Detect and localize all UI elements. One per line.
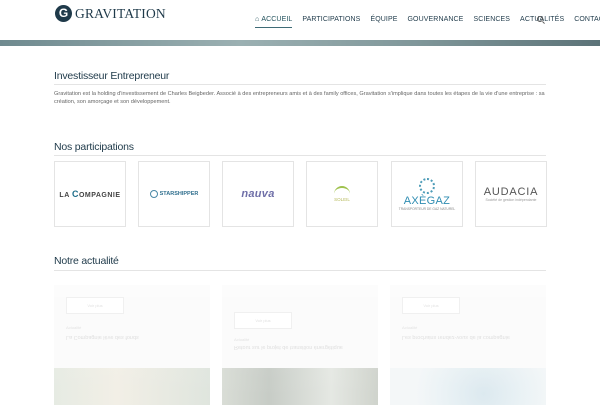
divider bbox=[54, 84, 546, 85]
home-icon: ⌂ bbox=[255, 16, 260, 23]
audacia-logo: AUDACIA Société de gestion indépendante bbox=[483, 186, 539, 202]
news-meta: Actualité bbox=[402, 325, 418, 330]
read-more-button[interactable]: Voir plus bbox=[234, 312, 292, 329]
partner-card-la-compagnie[interactable]: LA COMPAGNIE bbox=[54, 161, 126, 227]
nav-item-participations[interactable]: PARTICIPATIONS bbox=[302, 16, 360, 26]
sun-icon bbox=[334, 186, 350, 196]
news-grid: Voir plus Actualité La Compagnie lève de… bbox=[54, 285, 546, 405]
nav-item-gouvernance[interactable]: GOUVERNANCE bbox=[408, 16, 464, 26]
news-card[interactable]: Voir plus Actualité La Compagnie lève de… bbox=[54, 285, 210, 405]
news-title: Les prochains rendez-vous de la compagni… bbox=[402, 334, 510, 340]
partner-card-nauva[interactable]: nauva bbox=[222, 161, 294, 227]
globe-icon bbox=[418, 177, 435, 194]
axegaz-logo: AXÈGAZ TRANSPORTEUR DE GAZ NATUREL bbox=[399, 177, 455, 211]
main-nav: ⌂ ACCUEIL PARTICIPATIONS ÉQUIPE GOUVERNAN… bbox=[255, 16, 600, 28]
intro-title: Investisseur Entrepreneur bbox=[54, 70, 170, 82]
partner-card-soleil[interactable]: SOLEIL bbox=[306, 161, 378, 227]
divider bbox=[54, 270, 546, 271]
news-card[interactable]: Voir plus Actualité Les prochains rendez… bbox=[390, 285, 546, 405]
news-title: La Compagnie lève des fonds bbox=[66, 334, 139, 340]
news-image[interactable] bbox=[222, 368, 378, 405]
news-title: Retour sur le projet de transition énerg… bbox=[234, 344, 343, 350]
starshipper-icon bbox=[149, 190, 158, 198]
la-compagnie-logo: LA COMPAGNIE bbox=[59, 189, 121, 199]
news-image[interactable] bbox=[54, 368, 210, 405]
site-logo[interactable]: G GRAVITATION bbox=[55, 5, 166, 22]
news-title: Notre actualité bbox=[54, 255, 119, 267]
logo-text: GRAVITATION bbox=[75, 5, 166, 21]
partners-grid: LA COMPAGNIE STARSHIPPER nauva SOLEIL AX… bbox=[54, 161, 547, 227]
search-button[interactable] bbox=[537, 16, 543, 22]
news-meta: Actualité bbox=[66, 325, 82, 330]
news-card[interactable]: Voir plus Actualité Retour sur le projet… bbox=[222, 285, 378, 405]
divider bbox=[54, 155, 546, 156]
read-more-button[interactable]: Voir plus bbox=[66, 297, 124, 314]
nauva-logo: nauva bbox=[241, 188, 275, 200]
intro-text: Gravitation est la holding d'investissem… bbox=[54, 91, 545, 105]
search-icon bbox=[537, 16, 543, 22]
starshipper-logo: STARSHIPPER bbox=[149, 190, 198, 198]
news-image[interactable] bbox=[390, 368, 546, 405]
partner-card-starshipper[interactable]: STARSHIPPER bbox=[138, 161, 210, 227]
nav-item-sciences[interactable]: SCIENCES bbox=[473, 16, 510, 26]
nav-item-equipe[interactable]: ÉQUIPE bbox=[370, 16, 397, 26]
hero-banner bbox=[0, 40, 600, 46]
partner-card-axegaz[interactable]: AXÈGAZ TRANSPORTEUR DE GAZ NATUREL bbox=[391, 161, 463, 227]
logo-mark: G bbox=[55, 5, 72, 22]
soleil-logo: SOLEIL bbox=[334, 186, 350, 202]
partner-card-audacia[interactable]: AUDACIA Société de gestion indépendante bbox=[475, 161, 547, 227]
nav-item-contact[interactable]: CONTACT bbox=[574, 16, 600, 26]
nav-item-accueil[interactable]: ⌂ ACCUEIL bbox=[255, 16, 293, 28]
read-more-button[interactable]: Voir plus bbox=[402, 297, 460, 314]
site-header: G GRAVITATION ⌂ ACCUEIL PARTICIPATIONS ÉQ… bbox=[0, 0, 600, 40]
participations-title: Nos participations bbox=[54, 141, 134, 153]
news-meta: Actualité bbox=[234, 337, 250, 342]
